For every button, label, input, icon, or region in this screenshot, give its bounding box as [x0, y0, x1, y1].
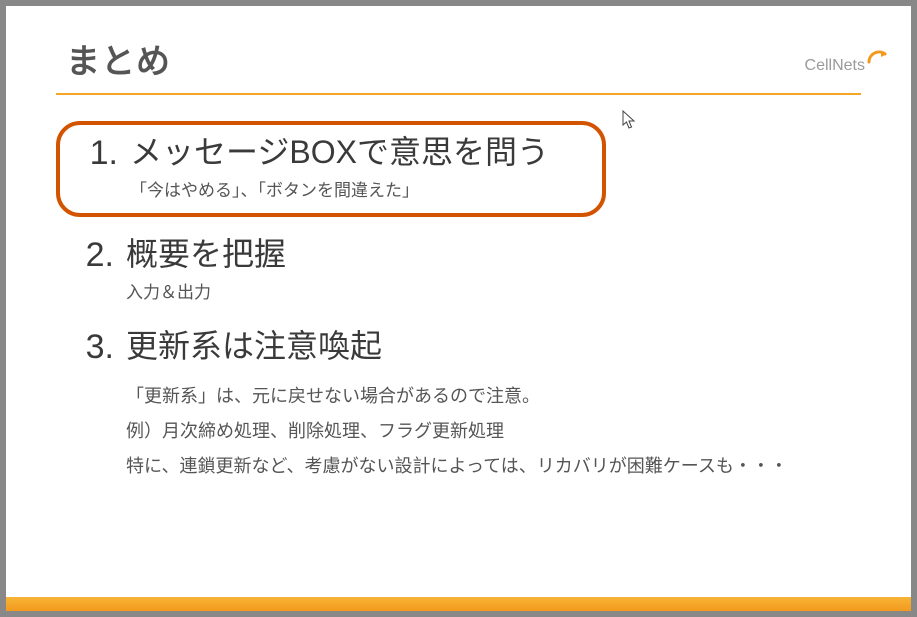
item-subtext: 「今はやめる」、「ボタンを間違えた」 [130, 176, 594, 201]
item-number: 2. [64, 237, 126, 274]
logo: CellNets [805, 48, 889, 75]
slide-header: まとめ CellNets [6, 6, 911, 83]
content: 1. メッセージBOXで意思を問う 「今はやめる」、「ボタンを間違えた」 2. … [6, 95, 911, 494]
item-heading: メッセージBOXで意思を問う [130, 135, 594, 170]
detail-line: 特に、連鎖更新など、考慮がない設計によっては、リカバリが困難ケースも・・・ [126, 449, 853, 484]
footer-accent-bar [6, 597, 911, 611]
detail-line: 例）月次締め処理、削除処理、フラグ更新処理 [126, 414, 853, 449]
item-body: メッセージBOXで意思を問う 「今はやめる」、「ボタンを間違えた」 [130, 135, 594, 201]
page-title: まとめ [66, 34, 851, 83]
list-item: 3. 更新系は注意喚起 「更新系」は、元に戻せない場合があるので注意。 例）月次… [56, 321, 861, 493]
item-heading: 概要を把握 [126, 237, 853, 272]
slide: まとめ CellNets 1. メッセージBOXで意思を問う 「今はやめる」、「… [6, 6, 911, 611]
item-heading: 更新系は注意喚起 [126, 329, 853, 364]
list-item: 1. メッセージBOXで意思を問う 「今はやめる」、「ボタンを間違えた」 [56, 121, 606, 217]
detail-line: 「更新系」は、元に戻せない場合があるので注意。 [126, 379, 853, 414]
logo-text: CellNets [805, 57, 865, 75]
item-body: 更新系は注意喚起 「更新系」は、元に戻せない場合があるので注意。 例）月次締め処… [126, 329, 853, 483]
list-item: 2. 概要を把握 入力＆出力 [56, 229, 861, 313]
item-detail: 「更新系」は、元に戻せない場合があるので注意。 例）月次締め処理、削除処理、フラ… [126, 379, 853, 484]
item-body: 概要を把握 入力＆出力 [126, 237, 853, 303]
item-number: 3. [64, 329, 126, 366]
item-subtext: 入力＆出力 [126, 278, 853, 303]
item-number: 1. [68, 135, 130, 172]
logo-icon [867, 48, 889, 73]
